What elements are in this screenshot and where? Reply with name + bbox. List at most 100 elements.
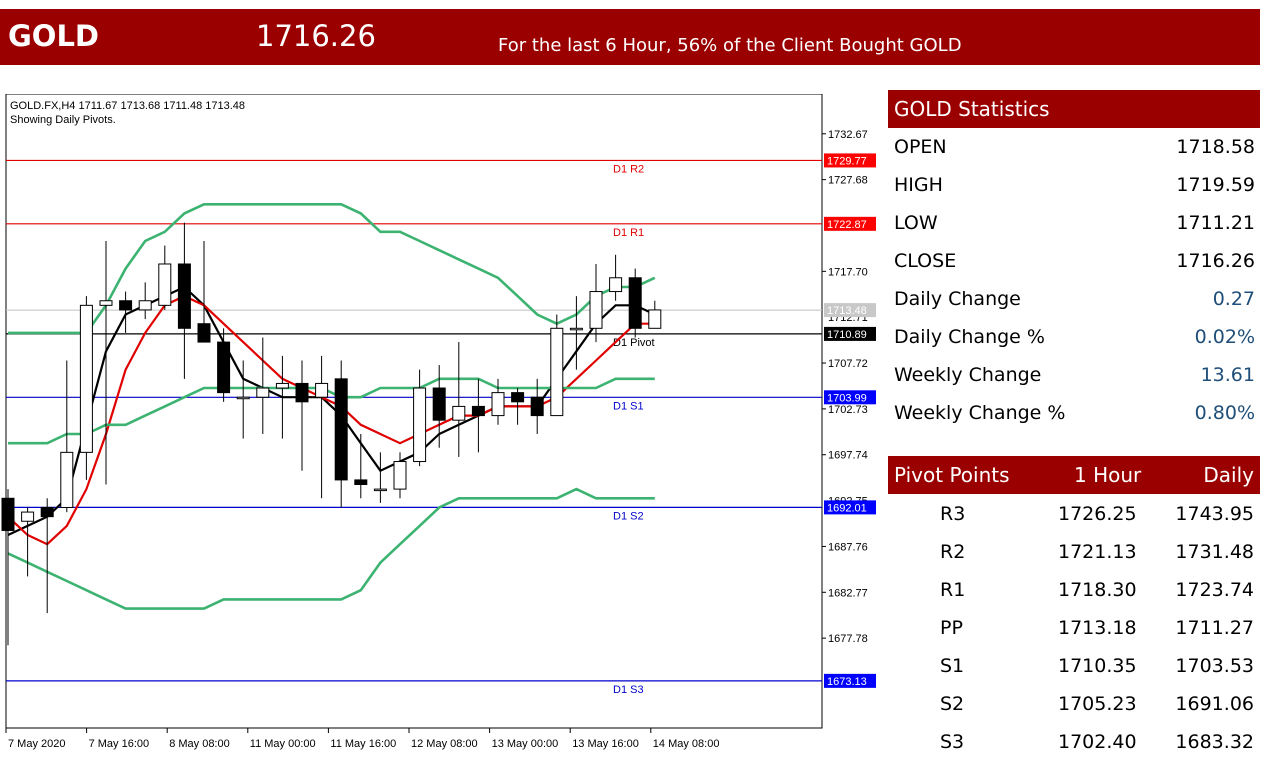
pivot-daily-value: 1691.06 [1175, 693, 1254, 715]
candle [609, 277, 623, 293]
candle [628, 277, 642, 329]
pivot-hour-value: 1710.35 [1058, 655, 1137, 677]
candle [491, 392, 505, 417]
y-tick-label: 1727.68 [828, 175, 868, 187]
pivot-level: PP [940, 617, 963, 639]
pivot-hour-value: 1718.30 [1058, 579, 1137, 601]
candle [569, 327, 583, 331]
candle [413, 387, 427, 463]
price-tag-label: 1703.99 [827, 392, 867, 404]
y-tick-label: 1732.67 [828, 129, 868, 141]
stats-value: 1711.21 [1176, 212, 1255, 234]
stats-row: CLOSE 1716.26 [888, 242, 1260, 280]
pivot-row: S1 1710.35 1703.53 [888, 646, 1260, 684]
x-tick-label: 7 May 2020 [8, 738, 65, 750]
y-tick-label: 1677.78 [828, 633, 868, 645]
pivot-level: R3 [940, 503, 966, 525]
pivot-daily-value: 1703.53 [1175, 655, 1254, 677]
candle [315, 382, 329, 398]
chart-symbol-line: GOLD.FX,H4 1711.67 1713.68 1711.48 1713.… [10, 100, 246, 112]
pivot-row: S3 1702.40 1683.32 [888, 722, 1260, 760]
pivot-row: R3 1726.25 1743.95 [888, 494, 1260, 532]
price-tag-label: 1713.48 [827, 305, 867, 317]
candle [217, 341, 231, 394]
stats-value: 13.61 [1200, 364, 1255, 386]
candle [177, 263, 191, 329]
x-tick-label: 13 May 00:00 [492, 738, 559, 750]
stats-value: 0.27 [1212, 288, 1255, 310]
pivot-line-label: D1 S3 [613, 684, 644, 696]
stats-row: Weekly Change 13.61 [888, 356, 1260, 394]
stats-value: 0.80% [1194, 402, 1255, 424]
candle [452, 405, 466, 421]
candle [40, 506, 54, 518]
candle [334, 378, 348, 481]
x-tick-label: 14 May 08:00 [653, 738, 720, 750]
candle [158, 263, 172, 306]
current-price: 1716.26 [256, 19, 376, 53]
pivot-row: PP 1713.18 1711.27 [888, 608, 1260, 646]
candle [530, 396, 544, 417]
pivot-header-label: Pivot Points [894, 463, 1010, 487]
candle [138, 300, 152, 311]
pivot-hour-value: 1705.23 [1058, 693, 1137, 715]
price-tag-label: 1722.87 [827, 219, 867, 231]
y-tick-label: 1682.77 [828, 587, 868, 599]
price-tag-label: 1729.77 [827, 155, 867, 167]
stats-label: OPEN [894, 136, 947, 158]
pivot-hour-value: 1726.25 [1058, 503, 1137, 525]
stats-value: 0.02% [1194, 326, 1255, 348]
candle [648, 309, 662, 329]
x-tick-label: 7 May 16:00 [89, 738, 150, 750]
pivot-line-label: D1 S2 [613, 510, 644, 522]
pivot-daily-value: 1743.95 [1175, 503, 1254, 525]
stats-label: Daily Change [894, 288, 1021, 310]
pivot-level: R1 [940, 579, 966, 601]
pivot-row: R2 1721.13 1731.48 [888, 532, 1260, 570]
y-tick-label: 1687.76 [828, 541, 868, 553]
candle [511, 392, 525, 403]
stats-value: 1716.26 [1176, 250, 1255, 272]
pivot-header-daily: Daily [1203, 463, 1254, 487]
candle [21, 511, 35, 522]
candle [60, 451, 74, 508]
stats-label: LOW [894, 212, 938, 234]
candle [256, 387, 270, 398]
candle [79, 304, 93, 453]
stats-row: OPEN 1718.58 [888, 128, 1260, 166]
stats-label: Daily Change % [894, 326, 1045, 348]
x-tick-label: 13 May 16:00 [572, 738, 639, 750]
stats-value: 1719.59 [1176, 174, 1255, 196]
pivot-daily-value: 1711.27 [1175, 617, 1254, 639]
pivot-hour-value: 1702.40 [1058, 731, 1137, 753]
pivot-row: R1 1718.30 1723.74 [888, 570, 1260, 608]
x-tick-label: 8 May 08:00 [169, 738, 230, 750]
chart-canvas[interactable]: 1732.67 1727.68 1717.70 1707.72 1702.73 1697.… [0, 94, 880, 764]
stats-value: 1718.58 [1176, 136, 1255, 158]
pivot-line-label: D1 R2 [613, 163, 644, 175]
sentiment-message: For the last 6 Hour, 56% of the Client B… [498, 35, 962, 56]
candle [354, 479, 368, 486]
pivot-hour-value: 1721.13 [1058, 541, 1137, 563]
candle [295, 382, 309, 403]
price-tag-label: 1673.13 [827, 676, 867, 688]
x-tick-label: 11 May 16:00 [330, 738, 396, 750]
pivot-header-hour: 1 Hour [1074, 463, 1142, 487]
price-tag-label: 1710.89 [827, 329, 867, 341]
pivot-daily-value: 1731.48 [1175, 541, 1254, 563]
y-tick-label: 1697.74 [828, 450, 868, 462]
stats-label: Weekly Change % [894, 402, 1066, 424]
candle [275, 382, 289, 389]
pivot-hour-value: 1713.18 [1058, 617, 1137, 639]
candle [119, 300, 133, 311]
y-tick-label: 1717.70 [828, 266, 868, 278]
stats-row: Weekly Change % 0.80% [888, 394, 1260, 432]
price-chart[interactable]: 1732.67 1727.68 1717.70 1707.72 1702.73 1697.… [0, 94, 880, 764]
pivot-header: Pivot Points 1 Hour Daily [888, 456, 1260, 494]
header-banner: GOLD 1716.26 For the last 6 Hour, 56% of… [0, 9, 1260, 65]
candle [393, 461, 407, 490]
candle [99, 300, 113, 306]
pivot-line-label: D1 S1 [613, 400, 644, 412]
symbol-name: GOLD [8, 19, 100, 53]
x-tick-label: 11 May 00:00 [250, 738, 316, 750]
